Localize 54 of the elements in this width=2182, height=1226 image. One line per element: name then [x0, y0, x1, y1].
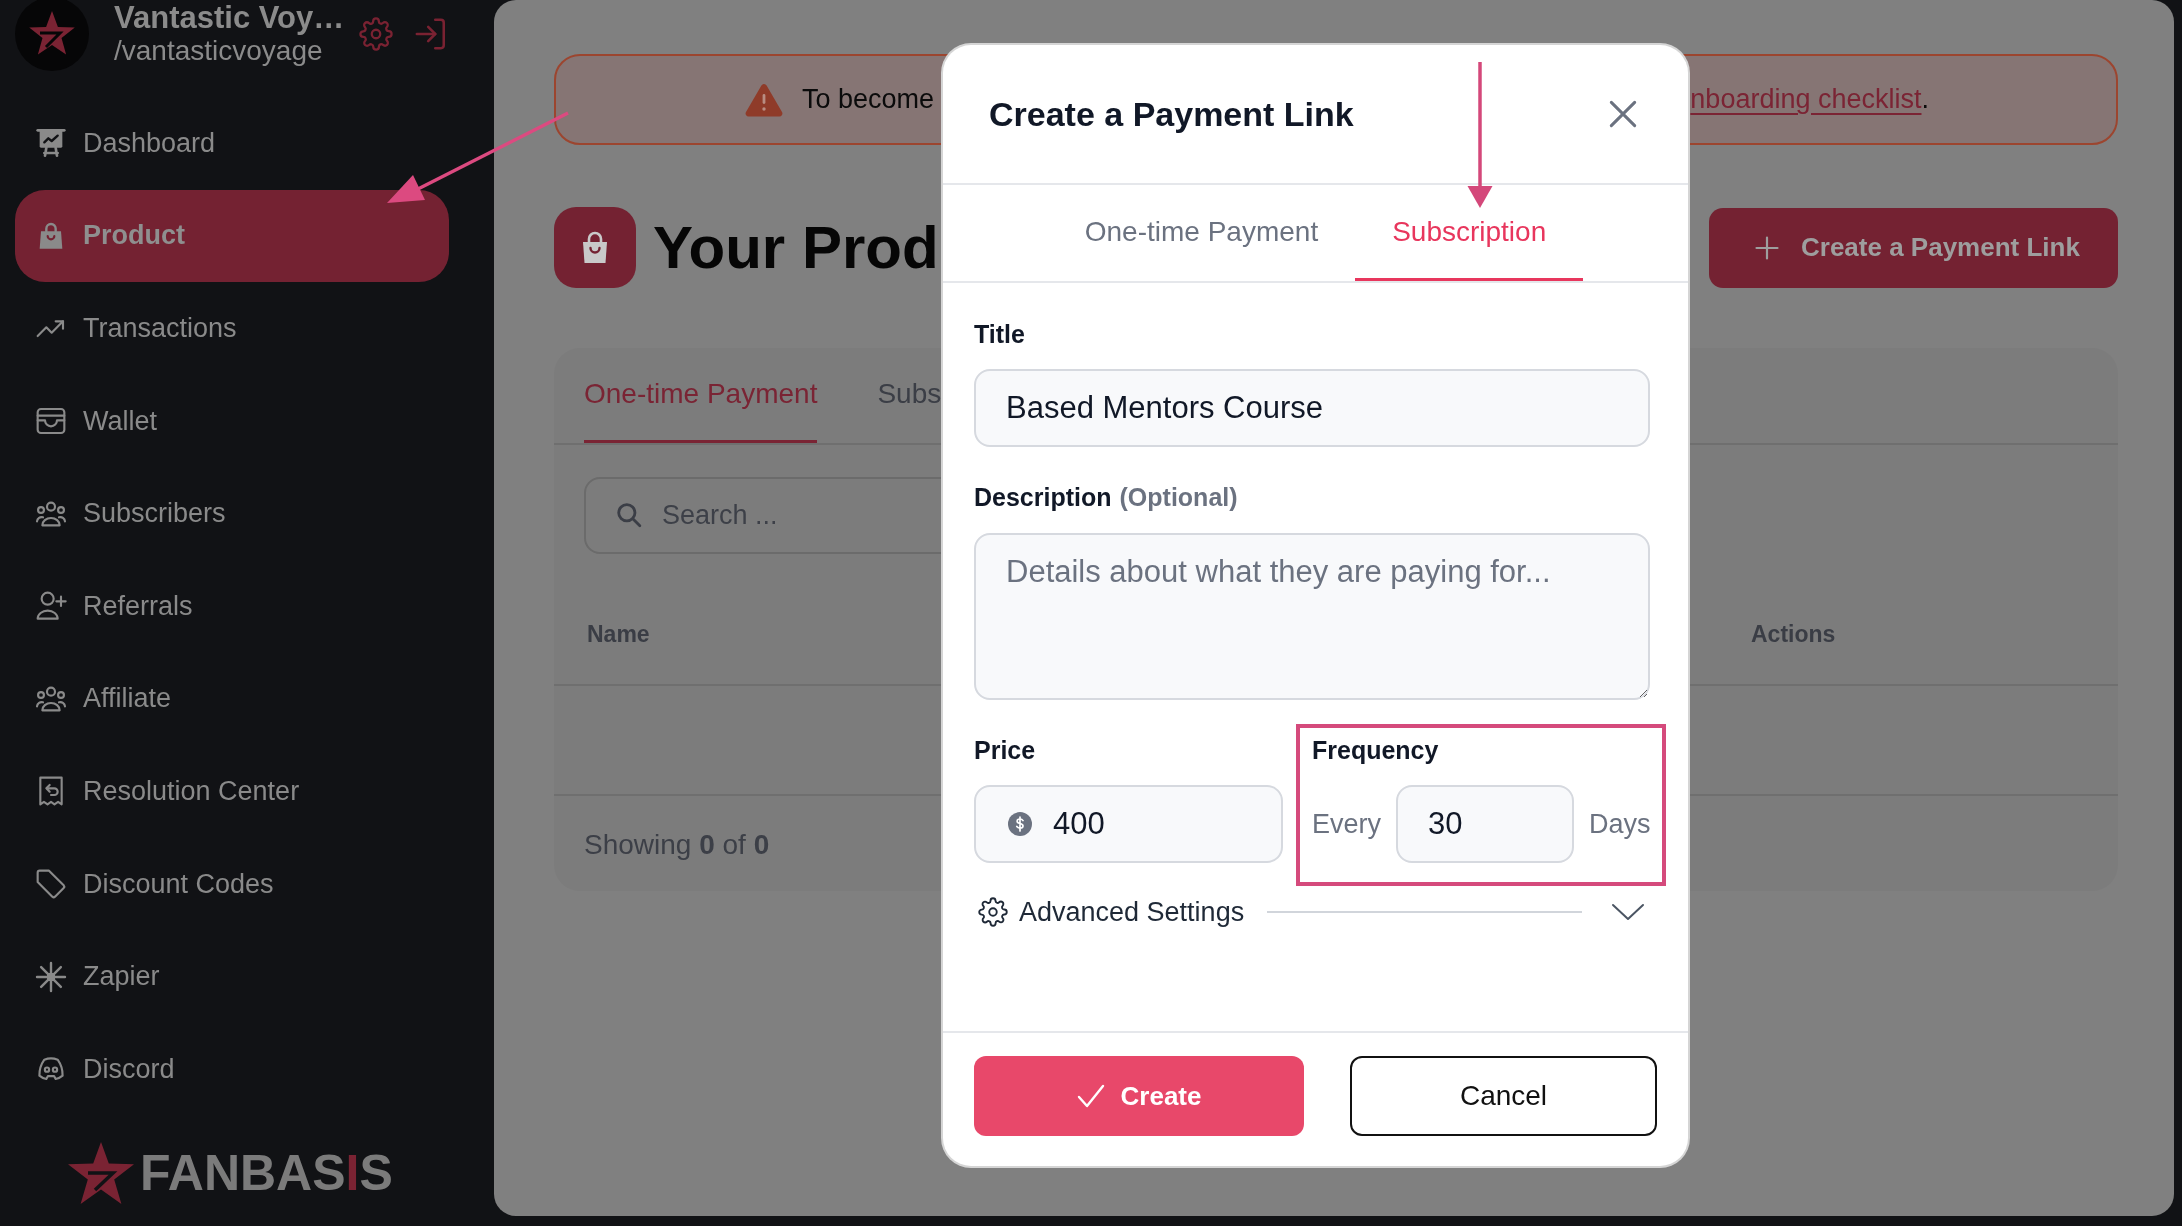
- sidebar-item[interactable]: Resolution Center: [15, 745, 449, 838]
- tab[interactable]: One-time Payment: [1047, 185, 1356, 281]
- warning-icon: [745, 82, 783, 117]
- frequency-unit: Days: [1589, 808, 1651, 840]
- frequency-field[interactable]: 30: [1396, 785, 1575, 863]
- cancel-button[interactable]: Cancel: [1350, 1056, 1657, 1136]
- column-header: Name: [587, 621, 650, 648]
- search-icon: [616, 502, 642, 528]
- advanced-settings-toggle[interactable]: Advanced Settings: [974, 892, 1650, 932]
- dollar-icon: [1008, 812, 1032, 836]
- close-button[interactable]: [1609, 100, 1637, 128]
- field-label: Description: [974, 482, 1112, 512]
- sidebar-item[interactable]: Discord: [15, 1022, 449, 1116]
- sidebar-item[interactable]: Referrals: [15, 559, 449, 653]
- sidebar-item[interactable]: Dashboard: [15, 97, 449, 190]
- settings-icon[interactable]: [359, 17, 393, 51]
- account-name: Vantastic Voy…: [114, 1, 345, 35]
- create-button[interactable]: Create: [974, 1056, 1304, 1136]
- price-field[interactable]: 400: [974, 785, 1283, 863]
- account-handle: /vantasticvoyage: [114, 35, 323, 67]
- sidebar-item[interactable]: Product: [15, 189, 449, 283]
- sidebar-item[interactable]: Zapier: [15, 930, 449, 1023]
- logo-wordmark: FANBASIS: [140, 1148, 393, 1198]
- shopping-bag-icon: [554, 207, 636, 288]
- tag-icon: [35, 868, 67, 901]
- check-icon: [1076, 1084, 1105, 1108]
- field-label: Price: [974, 735, 1036, 765]
- frequency-prefix: Every: [1312, 808, 1382, 840]
- page-title: Your Prod: [653, 214, 939, 281]
- title-field[interactable]: Based Mentors Course: [974, 369, 1650, 447]
- field-label: Frequency: [1312, 735, 1439, 765]
- asterisk-icon: [35, 960, 67, 993]
- alert-text: .: [1921, 84, 1929, 115]
- close-icon: [1609, 100, 1637, 128]
- plus-icon: [1755, 235, 1779, 260]
- optional-hint: (Optional): [1119, 482, 1238, 512]
- create-link-button[interactable]: Create a Payment Link: [1709, 207, 2118, 288]
- presentation-chart-icon: [35, 127, 67, 160]
- user-plus-icon: [35, 590, 67, 623]
- description-field[interactable]: Details about what they are paying for...: [974, 533, 1650, 700]
- star-logo-icon: [68, 1142, 134, 1204]
- sidebar-item[interactable]: Transactions: [15, 282, 449, 375]
- settings-icon: [978, 897, 1008, 927]
- results-count: Showing 0 of 0: [583, 828, 770, 861]
- sidebar-item[interactable]: Affiliate: [15, 652, 449, 746]
- field-label: Title: [974, 319, 1025, 349]
- column-header: Actions: [1751, 621, 1836, 648]
- sidebar-item[interactable]: Discount Codes: [15, 837, 449, 931]
- sidebar-item[interactable]: Subscribers: [15, 467, 449, 560]
- sign-in-icon[interactable]: [414, 16, 448, 52]
- dialog-title: Create a Payment Link: [989, 94, 1354, 134]
- sidebar-item[interactable]: Wallet: [15, 374, 449, 468]
- star-logo-icon: [15, 0, 89, 71]
- alert-text: To become: [802, 84, 935, 115]
